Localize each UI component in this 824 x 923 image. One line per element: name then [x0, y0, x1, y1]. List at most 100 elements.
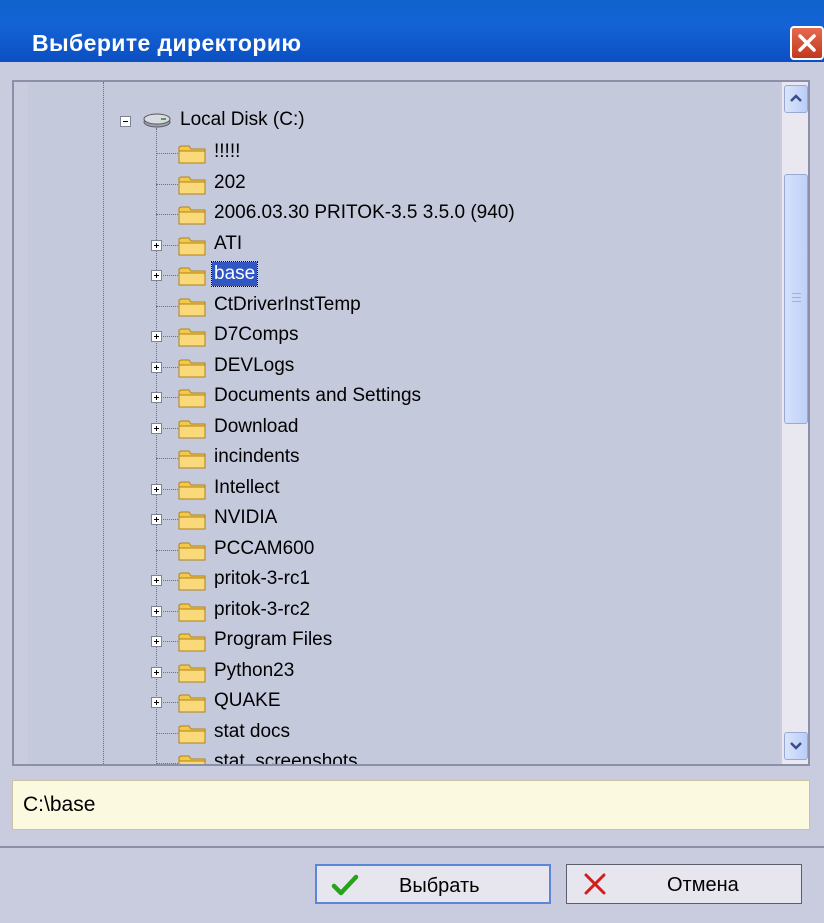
- tree-item-label: !!!!!: [214, 141, 241, 162]
- tree-item[interactable]: Intellect: [28, 474, 768, 504]
- tree-item[interactable]: CtDriverInstTemp: [28, 291, 768, 321]
- folder-icon: [178, 752, 208, 764]
- tree-item[interactable]: !!!!!: [28, 138, 768, 168]
- tree-item-label: stat_screenshots: [214, 751, 358, 764]
- expand-icon[interactable]: [151, 361, 162, 373]
- expand-icon[interactable]: [151, 575, 162, 586]
- dialog-title: Выберите директорию: [32, 30, 302, 56]
- hard-drive-icon: [142, 110, 172, 135]
- expand-icon[interactable]: [151, 514, 162, 525]
- expand-icon[interactable]: [151, 605, 162, 617]
- tree-item-label: QUAKE: [214, 690, 281, 711]
- folder-tree-panel: Local Disk (C:)!!!!! 202 2006.03.30 PRITOK…: [12, 80, 810, 766]
- tree-item[interactable]: stat docs: [28, 718, 768, 748]
- folder-icon: [178, 295, 208, 317]
- tree-item[interactable]: Documents and Settings: [28, 382, 768, 412]
- tree-connector: [156, 458, 178, 459]
- title-bar[interactable]: Выберите директорию: [0, 0, 824, 62]
- tree-item-label: pritok-3-rc1: [214, 568, 311, 589]
- tree-item[interactable]: PCCAM600: [28, 535, 768, 565]
- tree-item-label: D7Comps: [214, 324, 299, 345]
- expand-icon[interactable]: [151, 666, 162, 678]
- tree-item-label: Intellect: [214, 476, 280, 498]
- folder-icon: [178, 264, 208, 286]
- tree-item-label: base: [210, 261, 259, 287]
- scroll-up-button[interactable]: [784, 85, 808, 113]
- folder-icon: [178, 569, 208, 591]
- tree-item[interactable]: 2006.03.30 PRITOK-3.5 3.5.0 (940): [28, 199, 768, 229]
- tree-item[interactable]: Download: [28, 413, 768, 443]
- select-button-label: Выбрать: [399, 875, 480, 897]
- expand-icon[interactable]: [151, 636, 162, 647]
- folder-icon: [178, 691, 208, 713]
- cancel-button[interactable]: Отмена: [566, 864, 802, 904]
- folder-icon: [178, 661, 208, 683]
- scroll-down-button[interactable]: [784, 732, 808, 760]
- folder-icon: [178, 508, 208, 530]
- tree-item-label: pritok-3-rc2: [214, 598, 311, 620]
- tree-item[interactable]: stat_screenshots: [28, 748, 768, 764]
- folder-icon: [178, 203, 208, 225]
- folder-icon: [178, 234, 208, 256]
- tree-item[interactable]: Program Files: [28, 626, 768, 656]
- tree-item-label: Download: [214, 415, 299, 437]
- tree-item-label: PCCAM600: [214, 537, 315, 559]
- tree-item-label: stat docs: [214, 720, 291, 742]
- tree-root-local-disk[interactable]: Local Disk (C:): [28, 106, 768, 136]
- tree-item[interactable]: pritok-3-rc1: [28, 565, 768, 595]
- tree-item-label: CtDriverInstTemp: [214, 293, 361, 315]
- collapse-icon[interactable]: [120, 116, 131, 127]
- path-field[interactable]: C:\base: [12, 780, 810, 830]
- expand-icon[interactable]: [151, 270, 162, 281]
- expand-icon[interactable]: [151, 422, 162, 434]
- tree-item[interactable]: Python23: [28, 657, 768, 687]
- cross-icon: [584, 873, 606, 895]
- tree-item-label: incindents: [214, 446, 300, 467]
- tree-connector: [156, 153, 178, 154]
- tree-item-label: Program Files: [214, 629, 333, 650]
- folder-icon: [178, 630, 208, 652]
- expand-icon[interactable]: [151, 239, 162, 251]
- tree-item[interactable]: 202: [28, 169, 768, 199]
- tree-connector: [156, 763, 178, 764]
- tree-item-label: 202: [214, 171, 246, 193]
- folder-tree[interactable]: Local Disk (C:)!!!!! 202 2006.03.30 PRITOK…: [28, 82, 780, 764]
- tree-item-label: ATI: [214, 232, 243, 254]
- tree-connector: [156, 214, 178, 215]
- tree-connector: [156, 305, 178, 307]
- tree-scrollbar[interactable]: [782, 82, 808, 764]
- expand-icon[interactable]: [151, 392, 162, 403]
- tree-item-label: Documents and Settings: [214, 385, 422, 406]
- select-button[interactable]: Выбрать: [315, 864, 551, 904]
- close-icon: [798, 34, 816, 52]
- folder-icon: [178, 356, 208, 378]
- tree-connector: [156, 549, 178, 551]
- folder-icon: [178, 142, 208, 164]
- folder-icon: [178, 386, 208, 408]
- scroll-thumb[interactable]: [784, 174, 808, 424]
- tree-item[interactable]: pritok-3-rc2: [28, 596, 768, 626]
- grip-line: [792, 301, 801, 302]
- close-button[interactable]: [790, 26, 824, 60]
- tree-item-label: Python23: [214, 659, 295, 681]
- tree-item[interactable]: NVIDIA: [28, 504, 768, 534]
- checkmark-icon: [331, 874, 359, 896]
- tree-item[interactable]: base: [28, 260, 768, 290]
- folder-icon: [178, 600, 208, 622]
- folder-icon: [178, 447, 208, 469]
- expand-icon[interactable]: [151, 483, 162, 495]
- path-value: C:\base: [23, 793, 96, 816]
- divider: [0, 846, 824, 848]
- expand-icon[interactable]: [151, 697, 162, 708]
- tree-item-label: DEVLogs: [214, 354, 295, 376]
- expand-icon[interactable]: [151, 331, 162, 342]
- tree-item[interactable]: ATI: [28, 230, 768, 260]
- tree-item[interactable]: D7Comps: [28, 321, 768, 351]
- tree-item[interactable]: DEVLogs: [28, 352, 768, 382]
- folder-icon: [178, 325, 208, 347]
- tree-item[interactable]: QUAKE: [28, 687, 768, 717]
- folder-icon: [178, 539, 208, 561]
- tree-item[interactable]: incindents: [28, 443, 768, 473]
- tree-root-label: Local Disk (C:): [180, 109, 305, 130]
- folder-icon: [178, 722, 208, 744]
